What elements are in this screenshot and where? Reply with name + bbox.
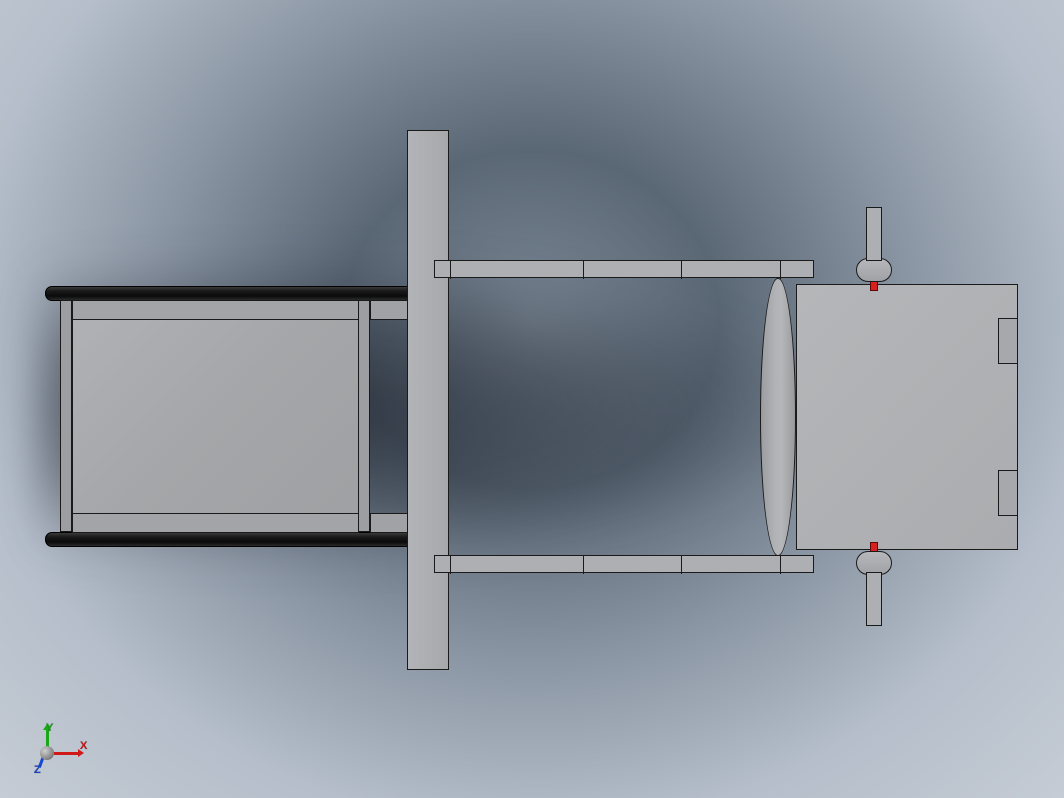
right-block [796, 284, 1018, 550]
right-tab-bottom [998, 470, 1018, 516]
cad-viewport[interactable] [0, 0, 1064, 798]
rail-top [45, 286, 435, 301]
arm-upper [434, 260, 814, 278]
hinge-knuckle-top [856, 258, 892, 282]
right-tab-top [998, 318, 1018, 364]
rail-bottom [45, 532, 435, 547]
y-axis-label: Y [46, 722, 53, 734]
mid-connector-top [370, 300, 410, 320]
x-axis-icon [54, 752, 78, 755]
red-insert-top [870, 281, 878, 291]
x-axis-label: X [80, 740, 87, 752]
left-post-1 [60, 300, 72, 532]
left-block-ledge-top [72, 300, 359, 320]
pin-bottom [866, 572, 882, 626]
left-block-ledge-bottom [72, 513, 359, 533]
left-post-2 [358, 300, 370, 532]
mid-connector-bottom [370, 513, 410, 533]
z-axis-label: Z [34, 764, 41, 776]
pin-top [866, 207, 882, 261]
vertical-plate [407, 130, 449, 670]
triad-origin-icon [40, 746, 54, 760]
left-block [72, 300, 359, 533]
arm-lower [434, 555, 814, 573]
wheel-disc [760, 278, 796, 556]
coordinate-triad[interactable]: X Y Z [28, 722, 100, 774]
